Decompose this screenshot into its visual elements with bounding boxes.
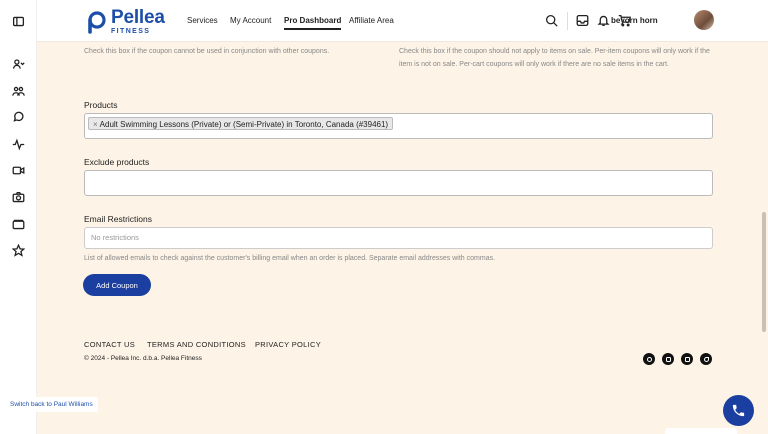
phone-call-button[interactable] bbox=[723, 395, 754, 426]
inbox-icon[interactable] bbox=[576, 14, 589, 27]
avatar[interactable] bbox=[694, 10, 714, 30]
switch-back-link[interactable]: Switch back to Paul Williams bbox=[5, 397, 98, 412]
copyright-text: © 2024 - Pellea Inc. d.b.a. Pellea Fitne… bbox=[84, 355, 202, 362]
selected-product-chip[interactable]: × Adult Swimming Lessons (Private) or (Se… bbox=[88, 117, 394, 130]
individual-use-help-text: Check this box if the coupon cannot be u… bbox=[84, 48, 330, 55]
nav-services[interactable]: Services bbox=[187, 16, 218, 25]
footer-privacy[interactable]: PRIVACY POLICY bbox=[255, 340, 321, 349]
logo-subtitle: FITNESS bbox=[111, 28, 151, 35]
star-icon[interactable] bbox=[10, 242, 26, 258]
pellea-logo[interactable]: Pellea FITNESS bbox=[84, 8, 165, 35]
logo-name: Pellea bbox=[111, 7, 165, 28]
activity-icon[interactable] bbox=[10, 136, 26, 152]
twitter-icon[interactable] bbox=[700, 353, 712, 365]
remove-chip-icon[interactable]: × bbox=[93, 120, 98, 129]
video-icon[interactable] bbox=[10, 162, 26, 178]
pellea-logo-icon bbox=[88, 10, 106, 34]
selected-product-label: Adult Swimming Lessons (Private) or (Sem… bbox=[99, 120, 389, 129]
nav-affiliate-area[interactable]: Affiliate Area bbox=[349, 16, 394, 25]
products-select[interactable]: × Adult Swimming Lessons (Private) or (Se… bbox=[84, 113, 713, 139]
wallet-icon[interactable] bbox=[10, 216, 26, 232]
email-restrictions-placeholder: No restrictions bbox=[91, 233, 139, 242]
header-divider bbox=[567, 12, 568, 30]
nav-pro-dashboard[interactable]: Pro Dashboard bbox=[284, 16, 342, 30]
username[interactable]: beyorn horn bbox=[611, 16, 658, 25]
left-sidebar bbox=[0, 0, 37, 434]
users-icon[interactable] bbox=[10, 56, 26, 72]
facebook-icon[interactable] bbox=[643, 353, 655, 365]
footer-contact-us[interactable]: CONTACT US bbox=[84, 340, 135, 349]
add-coupon-button[interactable]: Add Coupon bbox=[83, 274, 151, 296]
exclude-sale-help-text: Check this box if the coupon should not … bbox=[399, 48, 710, 68]
search-icon[interactable] bbox=[545, 14, 558, 27]
chat-icon[interactable] bbox=[10, 109, 26, 125]
bell-icon[interactable] bbox=[597, 14, 610, 27]
instagram-icon[interactable] bbox=[662, 353, 674, 365]
top-navigation-bar: Pellea FITNESS Services My Account Pro D… bbox=[37, 0, 768, 42]
footer-terms[interactable]: TERMS AND CONDITIONS bbox=[147, 340, 246, 349]
linkedin-icon[interactable] bbox=[681, 353, 693, 365]
email-restrictions-input[interactable]: No restrictions bbox=[84, 227, 713, 249]
sidebar-toggle-icon[interactable] bbox=[10, 13, 26, 29]
page-scrollbar[interactable] bbox=[762, 212, 766, 332]
phone-icon bbox=[732, 404, 745, 417]
email-restrictions-label: Email Restrictions bbox=[84, 214, 153, 224]
exclude-products-label: Exclude products bbox=[84, 157, 150, 167]
email-restrictions-help-text: List of allowed emails to check against … bbox=[84, 255, 496, 262]
bottom-widget-edge bbox=[665, 428, 737, 434]
camera-icon[interactable] bbox=[10, 189, 26, 205]
exclude-products-select[interactable] bbox=[84, 170, 713, 196]
groups-icon[interactable] bbox=[10, 83, 26, 99]
nav-my-account[interactable]: My Account bbox=[230, 16, 271, 25]
products-label: Products bbox=[84, 100, 118, 110]
